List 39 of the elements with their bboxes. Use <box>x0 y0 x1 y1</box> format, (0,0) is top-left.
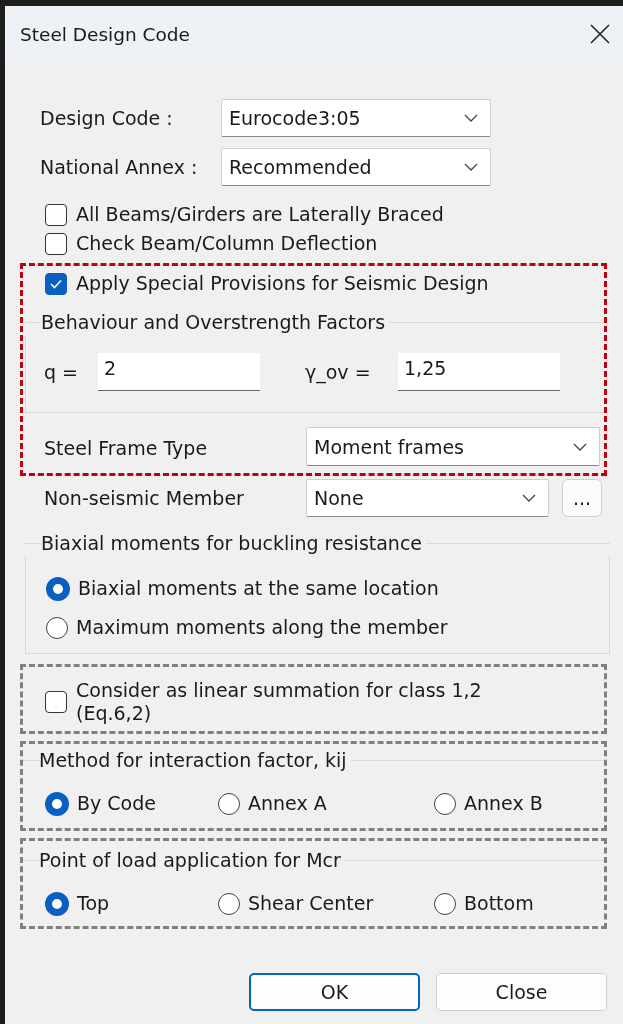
input-field[interactable]: 1,25 <box>398 352 560 391</box>
checkbox[interactable]: Apply Special Provisions for Seismic Design <box>23 269 604 298</box>
chevron-down-icon <box>573 442 587 451</box>
radio-button[interactable]: Annex A <box>218 784 434 823</box>
checkbox[interactable]: Check Beam/Column Deflection <box>45 229 623 258</box>
close-icon <box>590 24 610 44</box>
group-title: Biaxial moments for buckling resistance <box>41 532 424 554</box>
chevron-down-icon <box>464 163 478 171</box>
field-label: Steel Frame Type <box>43 436 209 459</box>
field-label: Design Code : <box>39 107 174 129</box>
radio-button[interactable]: By Code <box>45 784 218 823</box>
chevron-down-icon <box>464 114 478 122</box>
window-title: Steel Design Code <box>20 23 190 45</box>
field-label: γ_ov = <box>304 360 372 383</box>
group-title: Behaviour and Overstrength Factors <box>41 311 387 333</box>
radio-button[interactable]: Top <box>45 884 218 923</box>
dropdown[interactable]: Eurocode3:05 <box>221 99 491 137</box>
radio-button[interactable]: Annex B <box>434 784 543 823</box>
chevron-down-icon <box>522 494 536 502</box>
group-title: Method for interaction factor, kij <box>39 749 348 771</box>
ok-button[interactable]: OK <box>249 973 420 1011</box>
close-button[interactable]: Close <box>436 973 607 1011</box>
dropdown[interactable]: Moment frames <box>306 427 600 466</box>
checkbox[interactable]: All Beams/Girders are Laterally Braced <box>45 200 623 229</box>
input-field[interactable]: 2 <box>98 352 260 391</box>
field-label: q = <box>43 360 80 383</box>
radio-button[interactable]: Maximum moments along the member <box>46 608 609 647</box>
field-label: Non-seismic Member <box>43 487 245 509</box>
group-title: Point of load application for Mcr <box>39 849 342 871</box>
radio-button[interactable]: Bottom <box>434 884 534 923</box>
close-button[interactable] <box>589 23 611 45</box>
dropdown[interactable]: Recommended <box>221 148 491 186</box>
radio-button[interactable]: Biaxial moments at the same location <box>46 569 609 608</box>
dropdown[interactable]: None <box>306 479 549 517</box>
checkbox[interactable]: Consider as linear summation for class 1,2 (Eq.6,2) <box>45 679 604 725</box>
check-icon <box>49 277 63 290</box>
more-button[interactable]: ... <box>562 479 602 517</box>
radio-button[interactable]: Shear Center <box>218 884 434 923</box>
field-label: National Annex : <box>39 156 199 178</box>
